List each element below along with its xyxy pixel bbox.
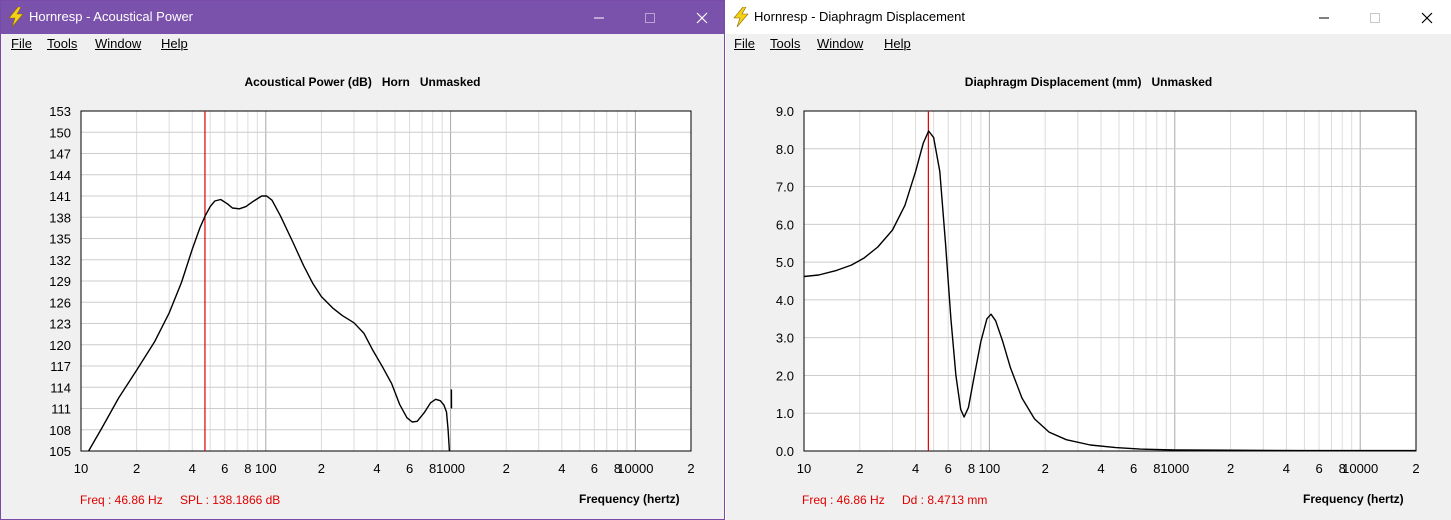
- menu-bar: File Tools Window Help: [1, 34, 724, 54]
- x-tick-label: 2: [1412, 461, 1419, 476]
- close-button[interactable]: [1404, 1, 1450, 34]
- acoustical-power-chart[interactable]: 153 150 147 144 141 138 135 132 129 126 123 120 117 1…: [1, 97, 724, 489]
- chart-title: Diaphragm Displacement (mm) Unmasked: [964, 75, 1213, 89]
- x-tick-label: 2: [687, 461, 694, 476]
- y-tick-label: 132: [49, 253, 71, 268]
- x-axis-label: Frequency (hertz): [1303, 492, 1404, 506]
- y-tick-label: 5.0: [776, 255, 794, 270]
- y-tick-label: 147: [49, 147, 71, 162]
- window-diaphragm-displacement: Hornresp - Diaphragm Displacement File T…: [726, 0, 1451, 520]
- x-tick-label: 6: [406, 461, 413, 476]
- chart-title: Acoustical Power (dB) Horn Unmasked: [244, 75, 481, 89]
- y-tick-label: 153: [49, 104, 71, 119]
- menu-file[interactable]: File: [11, 36, 32, 51]
- maximize-icon: [1370, 12, 1380, 23]
- x-tick-label: 2: [133, 461, 140, 476]
- x-tick-label: 4: [558, 461, 565, 476]
- y-tick-label: 105: [49, 444, 71, 459]
- x-tick-label: 2: [318, 461, 325, 476]
- maximize-icon: [645, 12, 655, 23]
- x-tick-label: 8: [244, 461, 251, 476]
- x-tick-label: 4: [1097, 461, 1104, 476]
- x-tick-label: 10000: [1342, 461, 1378, 476]
- title-bar[interactable]: Hornresp - Diaphragm Displacement: [726, 1, 1451, 34]
- menu-file[interactable]: File: [734, 36, 755, 51]
- y-tick-label: 138: [49, 210, 71, 225]
- x-tick-label: 4: [1283, 461, 1290, 476]
- y-tick-label: 150: [49, 125, 71, 140]
- minimize-icon: [594, 17, 604, 18]
- menu-tools[interactable]: Tools: [47, 36, 77, 51]
- x-tick-label: 10: [74, 461, 88, 476]
- y-tick-label: 6.0: [776, 217, 794, 232]
- close-icon: [696, 12, 708, 23]
- status-displacement: Dd : 8.4713 mm: [902, 493, 988, 507]
- minimize-button[interactable]: [576, 1, 622, 34]
- y-tick-label: 129: [49, 274, 71, 289]
- title-bar[interactable]: Hornresp - Acoustical Power: [1, 1, 724, 34]
- lightning-icon: [733, 7, 749, 27]
- x-axis-label: Frequency (hertz): [579, 492, 680, 506]
- y-tick-label: 1.0: [776, 406, 794, 421]
- x-tick-label: 10000: [617, 461, 653, 476]
- y-tick-label: 117: [50, 359, 71, 374]
- y-tick-label: 120: [49, 338, 71, 353]
- x-tick-label: 1000: [1160, 461, 1189, 476]
- y-tick-label: 0.0: [776, 444, 794, 459]
- y-tick-label: 7.0: [776, 180, 794, 195]
- menu-bar: File Tools Window Help: [726, 34, 1451, 54]
- y-tick-label: 144: [49, 168, 71, 183]
- y-tick-label: 3.0: [776, 331, 794, 346]
- x-tick-label: 8: [968, 461, 975, 476]
- x-tick-label: 6: [945, 461, 952, 476]
- x-tick-label: 6: [1315, 461, 1322, 476]
- x-tick-label: 4: [189, 461, 196, 476]
- y-tick-label: 108: [49, 423, 71, 438]
- x-tick-label: 2: [1042, 461, 1049, 476]
- x-tick-label: 100: [979, 461, 1001, 476]
- menu-help[interactable]: Help: [884, 36, 911, 51]
- window-title: Hornresp - Acoustical Power: [29, 9, 194, 24]
- menu-window[interactable]: Window: [95, 36, 141, 51]
- close-button[interactable]: [679, 1, 724, 34]
- window-acoustical-power: Hornresp - Acoustical Power File Tools W…: [0, 0, 725, 520]
- status-frequency: Freq : 46.86 Hz: [80, 493, 163, 507]
- y-tick-label: 2.0: [776, 368, 794, 383]
- x-tick-label: 4: [373, 461, 380, 476]
- x-tick-label: 10: [797, 461, 811, 476]
- maximize-button[interactable]: [627, 1, 673, 34]
- lightning-icon: [8, 7, 24, 27]
- x-tick-label: 6: [591, 461, 598, 476]
- close-icon: [1421, 12, 1433, 23]
- maximize-button[interactable]: [1352, 1, 1398, 34]
- menu-tools[interactable]: Tools: [770, 36, 800, 51]
- y-tick-label: 4.0: [776, 293, 794, 308]
- x-tick-label: 1000: [436, 461, 465, 476]
- y-tick-label: 111: [51, 402, 71, 417]
- window-title: Hornresp - Diaphragm Displacement: [754, 9, 965, 24]
- x-tick-label: 4: [912, 461, 919, 476]
- y-tick-label: 135: [49, 232, 71, 247]
- status-spl: SPL : 138.1866 dB: [180, 493, 281, 507]
- menu-help[interactable]: Help: [161, 36, 188, 51]
- y-tick-label: 126: [49, 295, 71, 310]
- y-tick-label: 141: [49, 189, 71, 204]
- status-frequency: Freq : 46.86 Hz: [802, 493, 885, 507]
- x-tick-label: 2: [1227, 461, 1234, 476]
- minimize-icon: [1319, 17, 1329, 18]
- diaphragm-displacement-chart[interactable]: 9.0 8.0 7.0 6.0 5.0 4.0 3.0 2.0 1.0 0.010 2 4 6 8 100 2…: [726, 97, 1451, 489]
- x-tick-label: 6: [221, 461, 228, 476]
- x-tick-label: 2: [503, 461, 510, 476]
- y-tick-label: 9.0: [776, 104, 794, 119]
- plot-area: [804, 111, 1416, 451]
- menu-window[interactable]: Window: [817, 36, 863, 51]
- y-tick-label: 123: [49, 317, 71, 332]
- y-tick-label: 8.0: [776, 142, 794, 157]
- minimize-button[interactable]: [1301, 1, 1347, 34]
- y-tick-label: 114: [50, 380, 71, 395]
- x-tick-label: 100: [255, 461, 277, 476]
- x-tick-label: 2: [856, 461, 863, 476]
- x-tick-label: 6: [1130, 461, 1137, 476]
